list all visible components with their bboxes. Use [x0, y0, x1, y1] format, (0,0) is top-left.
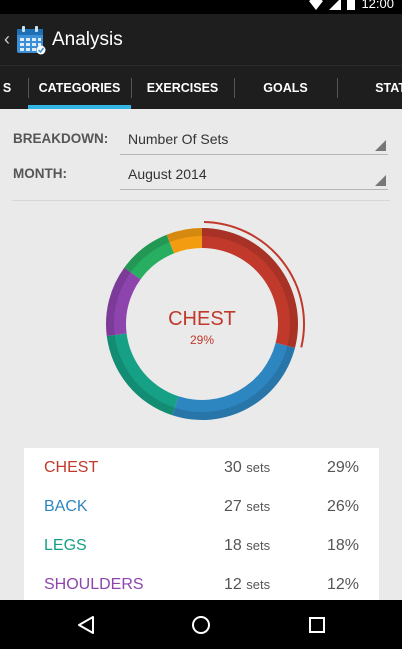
row-sets-value: 27	[224, 498, 242, 515]
calendar-app-icon[interactable]	[16, 25, 46, 55]
row-sets: 27 sets	[224, 498, 270, 516]
tab-categories[interactable]: CATEGORIES	[28, 66, 131, 110]
row-percent: 29%	[326, 459, 359, 476]
breakdown-value: Number Of Sets	[128, 131, 229, 147]
up-chevron-icon[interactable]: ‹	[4, 29, 14, 50]
status-time: 12:00	[361, 0, 394, 11]
row-category: LEGS	[44, 537, 87, 554]
row-percent: 26%	[326, 498, 359, 515]
chart-center-label: CHEST 29%	[96, 308, 308, 347]
signal-icon	[329, 0, 342, 10]
row-sets: 18 sets	[224, 537, 270, 555]
wifi-icon	[309, 0, 324, 10]
home-icon[interactable]	[188, 612, 214, 638]
status-icons: 12:00	[309, 0, 394, 11]
row-sets-value: 18	[224, 537, 242, 554]
row-category: BACK	[44, 498, 88, 515]
table-row[interactable]: SHOULDERS 12 sets 12%	[24, 565, 379, 600]
month-row: MONTH: August 2014	[0, 156, 402, 190]
breakdown-table: CHEST 30 sets 29% BACK 27 sets 26% LEGS …	[24, 448, 379, 600]
tab-strip: S CATEGORIES EXERCISES GOALS STAT	[0, 65, 402, 109]
dropdown-arrow-icon	[375, 140, 386, 151]
row-sets: 12 sets	[224, 576, 270, 594]
breakdown-row: BREAKDOWN: Number Of Sets	[0, 121, 402, 155]
row-sets-unit: sets	[246, 577, 271, 592]
recents-icon[interactable]	[304, 612, 330, 638]
breakdown-label: BREAKDOWN:	[13, 131, 109, 146]
back-icon[interactable]	[73, 612, 99, 638]
row-sets-value: 12	[224, 576, 242, 593]
row-sets-unit: sets	[246, 499, 271, 514]
row-sets: 30 sets	[224, 459, 270, 477]
tab-exercises[interactable]: EXERCISES	[131, 66, 234, 110]
battery-icon	[347, 0, 356, 10]
chart-selected-category: CHEST	[168, 308, 236, 330]
page-title: Analysis	[52, 28, 123, 50]
row-category: CHEST	[44, 459, 99, 476]
row-percent: 18%	[326, 537, 359, 554]
tab-goals[interactable]: GOALS	[234, 66, 337, 110]
breakdown-spinner[interactable]: Number Of Sets	[120, 121, 388, 155]
system-nav-bar	[0, 600, 402, 649]
table-row[interactable]: CHEST 30 sets 29%	[24, 448, 379, 487]
row-sets-unit: sets	[246, 538, 271, 553]
content-area: BREAKDOWN: Number Of Sets MONTH: August …	[0, 109, 402, 600]
action-bar: ‹ Analysis	[0, 14, 402, 65]
row-sets-unit: sets	[246, 460, 271, 475]
dropdown-arrow-icon	[375, 175, 386, 186]
tab-partial-left[interactable]: S	[0, 66, 14, 110]
row-sets-value: 30	[224, 459, 242, 476]
tab-stats-label: STAT	[375, 81, 402, 95]
divider	[12, 200, 390, 201]
tab-stats-partial[interactable]: STAT	[337, 66, 402, 110]
row-category: SHOULDERS	[44, 576, 144, 593]
month-value: August 2014	[128, 166, 207, 182]
table-row[interactable]: BACK 27 sets 26%	[24, 487, 379, 526]
table-row[interactable]: LEGS 18 sets 18%	[24, 526, 379, 565]
donut-chart[interactable]: CHEST 29%	[96, 218, 308, 430]
status-bar: 12:00	[0, 0, 402, 14]
chart-selected-percent: 29%	[189, 333, 215, 347]
row-percent: 12%	[326, 576, 359, 593]
month-label: MONTH:	[13, 166, 67, 181]
month-spinner[interactable]: August 2014	[120, 156, 388, 190]
